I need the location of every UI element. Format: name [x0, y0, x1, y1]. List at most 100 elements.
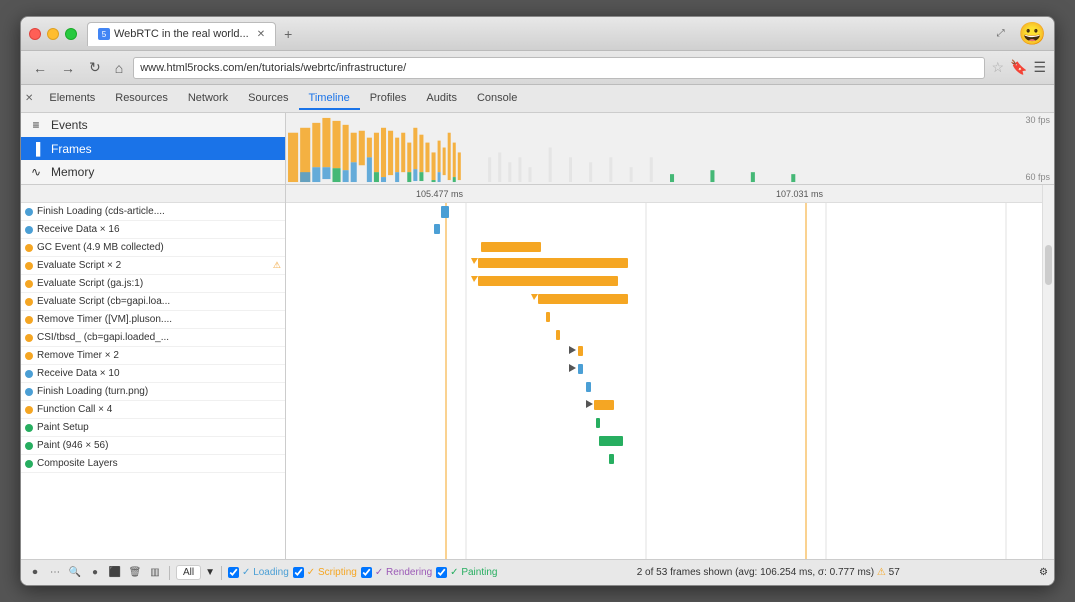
scrollbar[interactable]	[1042, 185, 1054, 559]
emoji-face: 😀	[1019, 21, 1046, 47]
tab-timeline[interactable]: Timeline	[299, 88, 360, 110]
time-ruler: 105.477 ms 107.031 ms	[286, 185, 1042, 203]
timeline-body: ≡ Events ▐ Frames ∿ Memory 30 fps 60 fps	[21, 113, 1054, 559]
list-item[interactable]: GC Event (4.9 MB collected)	[21, 239, 285, 257]
back-button[interactable]: ←	[29, 58, 51, 78]
rendering-checkbox[interactable]: ✓ Rendering	[361, 567, 432, 578]
event-label: Evaluate Script (ga.js:1)	[37, 278, 281, 289]
frames-panel-item[interactable]: ▐ Frames	[21, 137, 285, 161]
status-bar: ⏺ ⋯ 🔍 ● ⬛ 🗑 ▥ All ▼ ✓ Loading ✓ Scriptin…	[21, 559, 1054, 585]
list-item[interactable]: Finish Loading (turn.png)	[21, 383, 285, 401]
sidebar-panel: ≡ Events ▐ Frames ∿ Memory	[21, 113, 286, 184]
fps-30-label: 30 fps	[1025, 115, 1050, 125]
frames-chart-area: 30 fps 60 fps	[286, 113, 1054, 184]
list-item[interactable]: Paint (946 × 56)	[21, 437, 285, 455]
warning-icon: ⚠	[273, 260, 281, 271]
timeline-rows	[286, 203, 1042, 559]
list-item[interactable]: Function Call × 4	[21, 401, 285, 419]
maximize-button[interactable]	[65, 28, 77, 40]
list-item[interactable]: CSI/tbsd_ (cb=gapi.loaded_...	[21, 329, 285, 347]
events-panel-item[interactable]: ≡ Events	[21, 113, 285, 137]
forward-button[interactable]: →	[57, 58, 79, 78]
event-color-dot	[25, 424, 33, 432]
scripting-checkbox-input[interactable]	[293, 567, 304, 578]
frames-label: Frames	[51, 142, 92, 156]
time-label-2: 107.031 ms	[776, 189, 823, 199]
event-label: Remove Timer × 2	[37, 350, 281, 361]
columns-icon[interactable]: ▥	[147, 565, 163, 581]
tab-sources[interactable]: Sources	[238, 88, 298, 110]
tab-audits[interactable]: Audits	[416, 88, 467, 110]
title-bar: 5 WebRTC in the real world... ✕ + ⤢ 😀	[21, 17, 1054, 51]
search-button[interactable]: 🔍	[67, 565, 83, 581]
tab-elements[interactable]: Elements	[39, 88, 105, 110]
new-tab-button[interactable]: +	[284, 26, 292, 42]
browser-tab[interactable]: 5 WebRTC in the real world... ✕	[87, 22, 276, 46]
event-label: Paint (946 × 56)	[37, 440, 281, 451]
painting-checkbox[interactable]: ✓ Painting	[436, 567, 497, 578]
address-bar[interactable]: www.html5rocks.com/en/tutorials/webrtc/i…	[133, 57, 985, 79]
rendering-checkbox-input[interactable]	[361, 567, 372, 578]
tab-network[interactable]: Network	[178, 88, 238, 110]
tab-close-icon[interactable]: ✕	[257, 29, 265, 40]
list-item[interactable]: Composite Layers	[21, 455, 285, 473]
event-color-dot	[25, 442, 33, 450]
devtools-tab-bar: ✕ Elements Resources Network Sources Tim…	[21, 85, 1054, 113]
list-item[interactable]: Paint Setup	[21, 419, 285, 437]
list-item[interactable]: Evaluate Script (ga.js:1)	[21, 275, 285, 293]
filter-dropdown-icon[interactable]: ▼	[205, 567, 215, 578]
list-item[interactable]: Remove Timer ([VM].pluson....	[21, 311, 285, 329]
browser-window: 5 WebRTC in the real world... ✕ + ⤢ 😀 ← …	[20, 16, 1055, 586]
frames-bar-chart	[286, 113, 1054, 184]
tab-resources[interactable]: Resources	[105, 88, 178, 110]
event-color-dot	[25, 280, 33, 288]
scrollbar-thumb[interactable]	[1045, 245, 1052, 285]
painting-checkbox-input[interactable]	[436, 567, 447, 578]
devtools-panel: ✕ Elements Resources Network Sources Tim…	[21, 85, 1054, 585]
event-label: Finish Loading (cds-article....	[37, 206, 281, 217]
event-label: Evaluate Script × 2	[37, 260, 271, 271]
scripting-checkbox[interactable]: ✓ Scripting	[293, 567, 357, 578]
resize-icon[interactable]: ⤢	[997, 28, 1005, 39]
list-item[interactable]: Evaluate Script (cb=gapi.loa...	[21, 293, 285, 311]
list-item[interactable]: Remove Timer × 2	[21, 347, 285, 365]
event-color-dot	[25, 352, 33, 360]
minimize-button[interactable]	[47, 28, 59, 40]
close-button[interactable]	[29, 28, 41, 40]
event-label: Receive Data × 10	[37, 368, 281, 379]
tab-profiles[interactable]: Profiles	[360, 88, 417, 110]
fps-60-label: 60 fps	[1025, 172, 1050, 182]
reload-button[interactable]: ↻	[85, 57, 105, 78]
menu-icon[interactable]: ☰	[1033, 59, 1046, 76]
event-label: Function Call × 4	[37, 404, 281, 415]
bookmark-icon[interactable]: 🔖	[1010, 59, 1027, 76]
event-label: Composite Layers	[37, 458, 281, 469]
painting-label: ✓ Painting	[450, 567, 497, 578]
event-color-dot	[25, 460, 33, 468]
loading-checkbox-input[interactable]	[228, 567, 239, 578]
star-button[interactable]: ☆	[991, 59, 1004, 76]
home-button[interactable]: ⌂	[111, 58, 127, 78]
clear-button[interactable]: ⋯	[47, 565, 63, 581]
frames-icon: ▐	[29, 142, 43, 156]
separator2	[221, 566, 222, 580]
devtools-close-button[interactable]: ✕	[25, 93, 33, 104]
list-item[interactable]: Receive Data × 16	[21, 221, 285, 239]
stop-icon[interactable]: ⬛	[107, 565, 123, 581]
loading-checkbox[interactable]: ✓ Loading	[228, 567, 289, 578]
event-label: Receive Data × 16	[37, 224, 281, 235]
memory-panel-item[interactable]: ∿ Memory	[21, 160, 285, 184]
record-button[interactable]: ⏺	[27, 565, 43, 581]
settings-gear-icon[interactable]: ⚙	[1039, 567, 1048, 578]
event-label: Paint Setup	[37, 422, 281, 433]
list-item[interactable]: Finish Loading (cds-article....	[21, 203, 285, 221]
event-color-dot	[25, 208, 33, 216]
trash-icon[interactable]: 🗑	[127, 565, 143, 581]
tab-console[interactable]: Console	[467, 88, 527, 110]
list-item[interactable]: Evaluate Script × 2 ⚠	[21, 257, 285, 275]
event-color-dot	[25, 334, 33, 342]
list-item[interactable]: Receive Data × 10	[21, 365, 285, 383]
event-color-dot	[25, 406, 33, 414]
event-label: Finish Loading (turn.png)	[37, 386, 281, 397]
filter-all-button[interactable]: All	[176, 565, 201, 580]
